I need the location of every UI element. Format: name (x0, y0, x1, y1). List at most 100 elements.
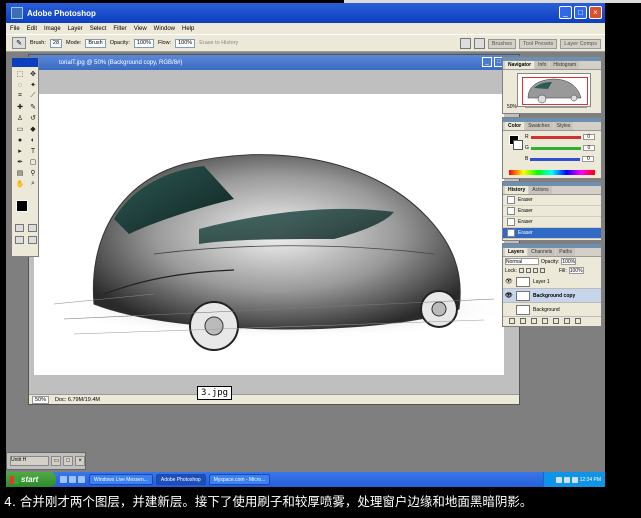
new-layer-icon[interactable] (564, 318, 570, 324)
tab-actions[interactable]: Actions (529, 186, 552, 194)
eye-icon[interactable]: 👁 (505, 292, 513, 299)
toolbox-header[interactable] (12, 58, 38, 67)
history-item[interactable]: Eraser (503, 206, 601, 217)
lock-pixels-icon[interactable] (525, 268, 531, 273)
quick-launch-icon[interactable] (60, 476, 67, 483)
blend-mode-select[interactable]: Normal (505, 258, 539, 265)
history-item[interactable]: Eraser (503, 217, 601, 228)
move-tool-icon[interactable]: ✥ (27, 69, 39, 79)
tab-channels[interactable]: Channels (528, 248, 556, 256)
quick-mask-mode-icon[interactable] (28, 224, 37, 232)
minimized-document[interactable]: Untit H (10, 456, 50, 466)
menu-image[interactable]: Image (44, 26, 61, 32)
layer-opacity-input[interactable]: 100% (561, 258, 577, 265)
well-tab-layer-comps[interactable]: Layer Comps (560, 38, 601, 49)
pen-tool-icon[interactable]: ✒ (14, 157, 26, 167)
fill-input[interactable]: 100% (568, 267, 584, 274)
menu-view[interactable]: View (134, 26, 147, 32)
brush-tool-icon[interactable]: ✎ (27, 102, 39, 112)
history-item-selected[interactable]: Eraser (503, 228, 601, 239)
menu-edit[interactable]: Edit (27, 26, 37, 32)
history-brush-tool-icon[interactable]: ↺ (27, 113, 39, 123)
crop-tool-icon[interactable]: ⌗ (14, 91, 26, 101)
eye-icon[interactable]: 👁 (505, 278, 513, 285)
dodge-tool-icon[interactable]: ◐ (27, 135, 39, 145)
navigator-zoom-slider[interactable] (525, 106, 587, 108)
menu-window[interactable]: Window (154, 26, 175, 32)
trash-icon[interactable] (575, 318, 581, 324)
layer-style-icon[interactable] (520, 318, 526, 324)
tab-styles[interactable]: Styles (553, 122, 574, 130)
layer-mask-icon[interactable] (531, 318, 537, 324)
file-browser-icon[interactable] (459, 38, 471, 49)
tray-icon[interactable] (563, 476, 570, 483)
start-button[interactable]: start (6, 472, 56, 487)
lock-all-icon[interactable] (539, 268, 545, 273)
document-info[interactable]: Doc: 6.79M/19.4M (55, 397, 100, 403)
zoom-tool-icon[interactable]: ⌕ (27, 179, 39, 189)
channel-g-input[interactable]: 0 (582, 145, 595, 151)
document-zoom-field[interactable]: 50% (32, 395, 50, 404)
standard-mode-icon[interactable] (15, 224, 24, 232)
foreground-color-swatch[interactable] (16, 200, 28, 212)
close-button[interactable]: × (589, 6, 602, 19)
tray-icon[interactable] (571, 476, 578, 483)
quick-launch-icon[interactable] (69, 476, 76, 483)
tab-navigator[interactable]: Navigator (505, 61, 535, 69)
path-selection-tool-icon[interactable]: ▸ (14, 146, 26, 156)
eraser-tool-icon[interactable]: ▭ (14, 124, 26, 134)
menu-layer[interactable]: Layer (68, 26, 83, 32)
type-tool-icon[interactable]: T (27, 146, 39, 156)
task-myspace[interactable]: Myspace.com - Micro... (208, 474, 271, 485)
tab-layers[interactable]: Layers (505, 248, 528, 256)
healing-brush-tool-icon[interactable]: ✚ (14, 102, 26, 112)
doc-minimize-button[interactable]: _ (482, 57, 492, 67)
jump-to-imageready-icon[interactable] (28, 236, 37, 244)
screen-mode-icon[interactable] (15, 236, 24, 244)
maximize-icon[interactable]: □ (63, 456, 74, 466)
opacity-input[interactable]: 100% (133, 38, 154, 48)
quick-launch-icon[interactable] (78, 476, 85, 483)
layer-row[interactable]: 👁 Layer 1 (503, 275, 601, 289)
blur-tool-icon[interactable]: ● (14, 135, 26, 145)
eyedropper-tool-icon[interactable]: ⚲ (27, 168, 39, 178)
lock-transparency-icon[interactable] (518, 268, 524, 273)
color-spectrum-bar[interactable] (509, 170, 595, 175)
navigator-zoom-field[interactable]: 50% (507, 104, 517, 110)
layer-row[interactable]: Background (503, 303, 601, 317)
menu-help[interactable]: Help (182, 26, 194, 32)
channel-b-input[interactable]: 0 (582, 156, 595, 162)
tab-info[interactable]: Info (535, 61, 550, 69)
task-photoshop[interactable]: Adobe Photoshop (155, 474, 206, 485)
menu-select[interactable]: Select (90, 26, 107, 32)
color-bg-swatch[interactable] (513, 140, 523, 150)
tray-icon[interactable] (555, 476, 562, 483)
channel-r-slider[interactable] (530, 135, 581, 139)
clone-stamp-tool-icon[interactable]: ♙ (14, 113, 26, 123)
tab-paths[interactable]: Paths (556, 248, 576, 256)
channel-b-slider[interactable] (530, 157, 581, 161)
minimize-button[interactable]: _ (559, 6, 572, 19)
channel-r-input[interactable]: 0 (582, 134, 595, 140)
brush-tool-preset-icon[interactable]: ✎ (12, 37, 26, 49)
navigator-view-box[interactable] (522, 77, 588, 105)
tab-history[interactable]: History (505, 186, 529, 194)
palette-toggle-icon[interactable] (473, 38, 485, 49)
tab-swatches[interactable]: Swatches (525, 122, 553, 130)
notes-tool-icon[interactable]: ▤ (14, 168, 26, 178)
task-messenger[interactable]: Windows Live Messen... (89, 474, 153, 485)
flow-input[interactable]: 100% (175, 38, 196, 48)
image-canvas[interactable] (34, 94, 504, 375)
magic-wand-tool-icon[interactable]: ✦ (27, 80, 39, 90)
close-icon[interactable]: × (75, 456, 86, 466)
channel-g-slider[interactable] (530, 146, 581, 150)
maximize-button[interactable]: □ (574, 6, 587, 19)
well-tab-tool-presets[interactable]: Tool Presets (519, 38, 558, 49)
restore-icon[interactable]: ▭ (51, 456, 62, 466)
history-item[interactable]: Eraser (503, 195, 601, 206)
lasso-tool-icon[interactable]: ◌ (14, 80, 26, 90)
new-set-icon[interactable] (542, 318, 548, 324)
tab-color[interactable]: Color (505, 122, 525, 130)
layer-row-selected[interactable]: 👁 Background copy (503, 289, 601, 303)
erase-to-history-checkbox[interactable]: Erase to History (199, 40, 238, 46)
